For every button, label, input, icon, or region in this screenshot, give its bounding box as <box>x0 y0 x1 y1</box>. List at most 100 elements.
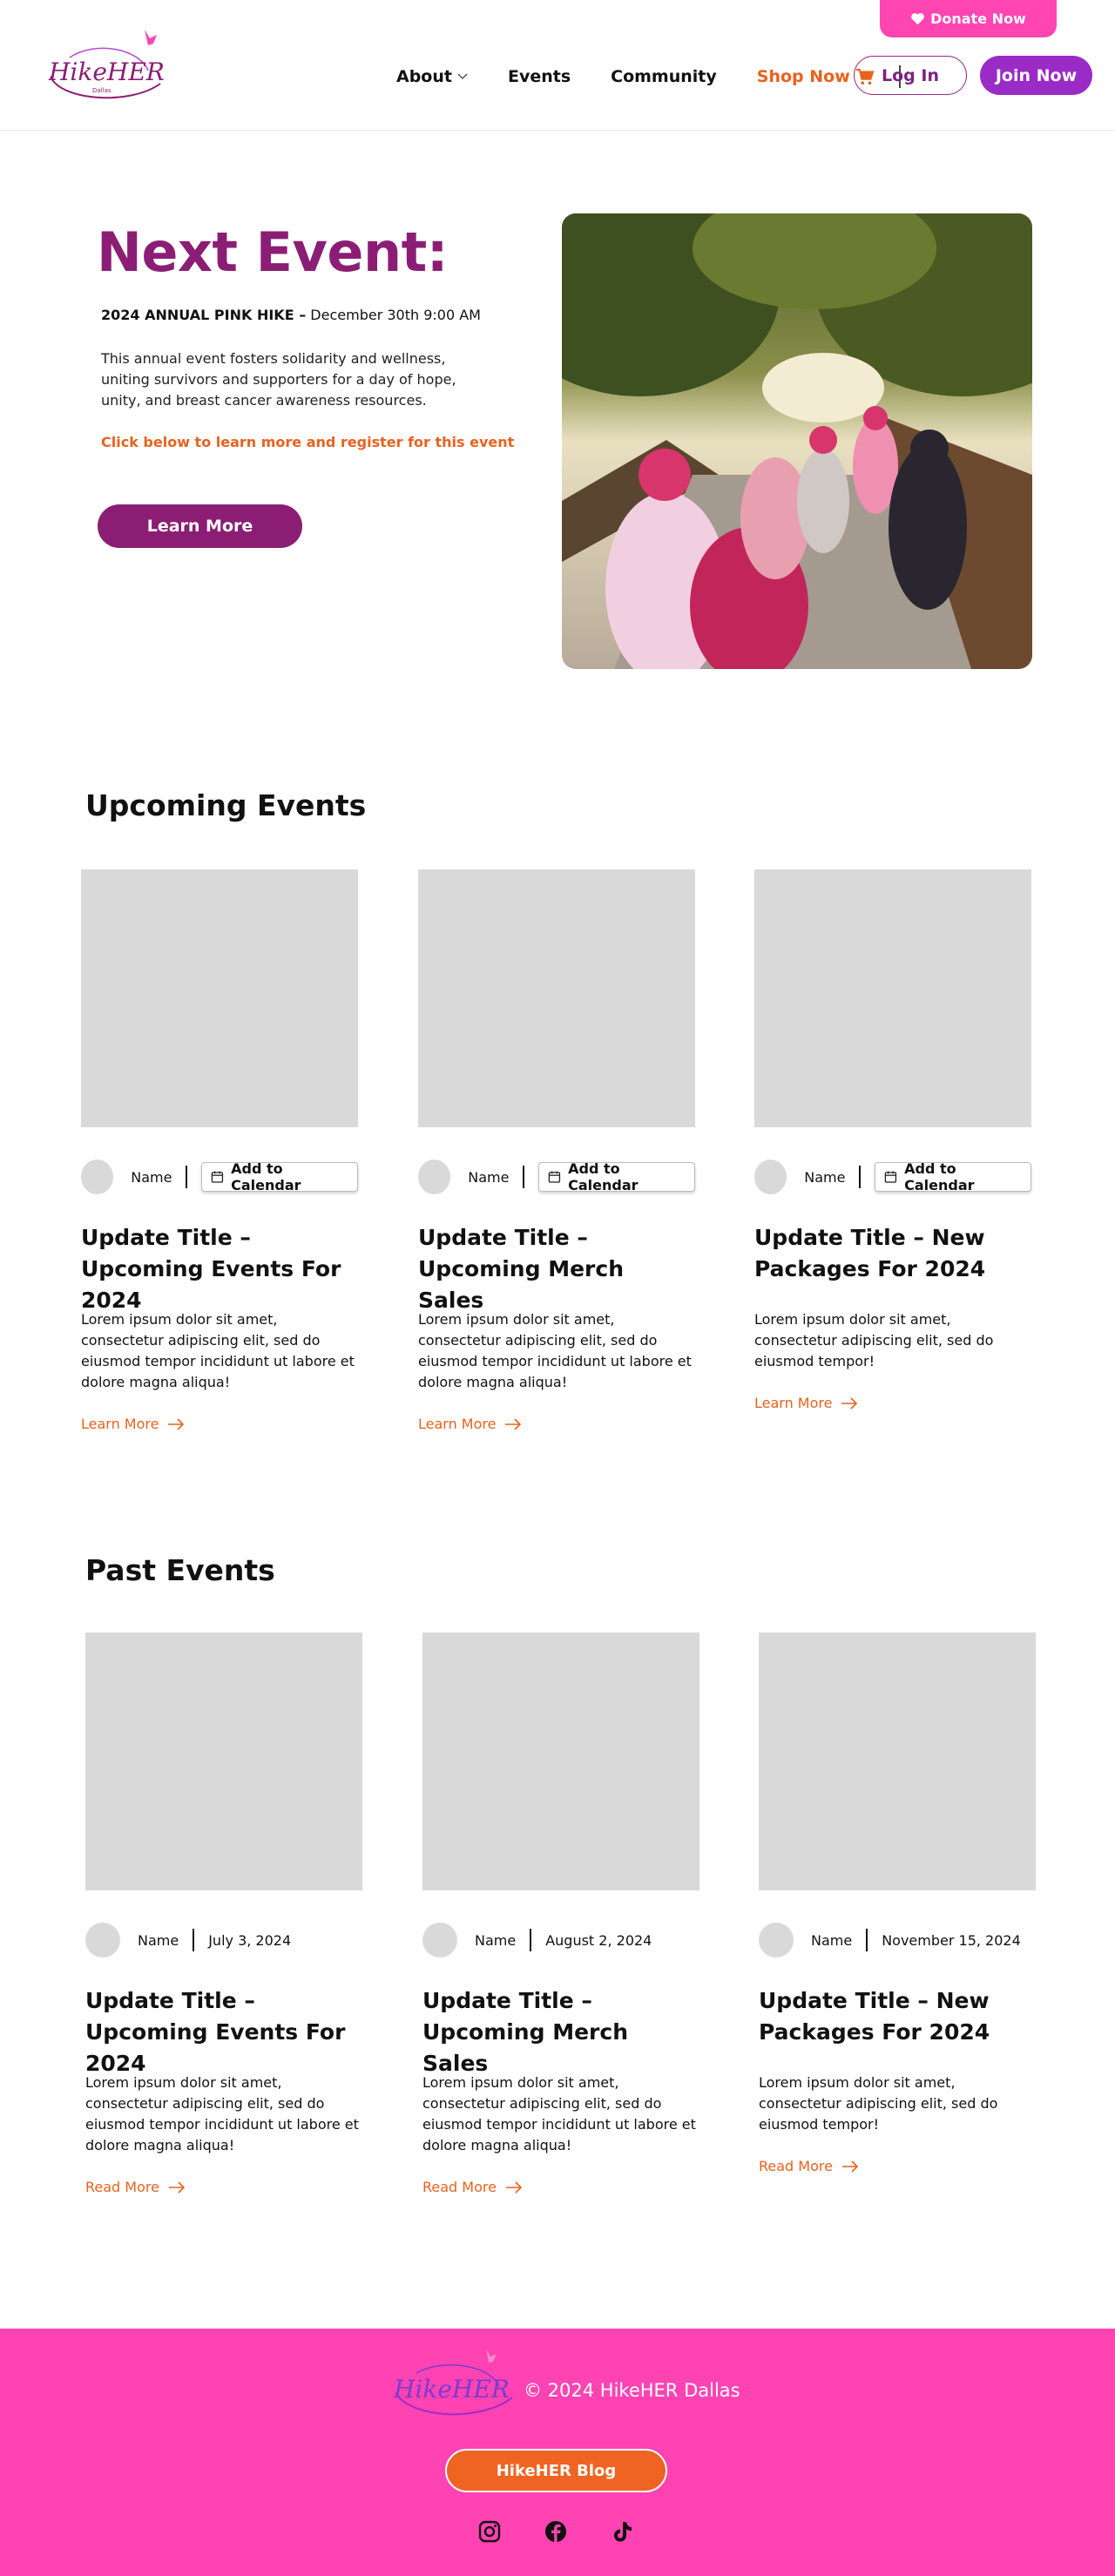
event-name: 2024 ANNUAL PINK HIKE – <box>101 307 307 323</box>
author-name: Name <box>811 1931 853 1949</box>
add-to-calendar-button[interactable]: Add to Calendar <box>538 1160 695 1193</box>
card-image-placeholder <box>754 869 1031 1127</box>
learn-more-label: Learn More <box>754 1395 833 1411</box>
avatar <box>418 1160 451 1194</box>
upcoming-event-card: Name Add to Calendar Update Title – Upco… <box>81 869 358 1444</box>
card-meta: Name Add to Calendar <box>81 1160 358 1194</box>
card-image-placeholder <box>81 869 358 1127</box>
add-to-calendar-button[interactable]: Add to Calendar <box>875 1160 1031 1193</box>
card-body: Lorem ipsum dolor sit amet, consectetur … <box>754 1311 994 1369</box>
nav-events[interactable]: Events <box>508 67 571 86</box>
card-image-placeholder <box>759 1633 1036 1890</box>
card-image-placeholder <box>85 1633 362 1890</box>
add-to-calendar-label: Add to Calendar <box>231 1160 301 1193</box>
join-button[interactable]: Join Now <box>980 56 1092 95</box>
arrow-right-icon <box>841 2160 859 2173</box>
site-header: HikeHER Dallas Donate Now About Events C… <box>0 0 1115 131</box>
learn-more-link[interactable]: Learn More <box>754 1395 858 1411</box>
card-body: Lorem ipsum dolor sit amet, consectetur … <box>759 2074 998 2133</box>
read-more-link[interactable]: Read More <box>759 2158 859 2174</box>
learn-more-link[interactable]: Learn More <box>81 1416 185 1432</box>
card-image-placeholder <box>418 869 695 1127</box>
read-more-label: Read More <box>85 2179 159 2195</box>
event-date: December 30th 9:00 AM <box>310 307 481 323</box>
event-date: November 15, 2024 <box>882 1931 1021 1949</box>
card-body: Lorem ipsum dolor sit amet, consectetur … <box>81 1311 355 1390</box>
upcoming-event-card: Name Add to Calendar Update Title – Upco… <box>418 869 695 1444</box>
past-event-card: Name November 15, 2024 Update Title – Ne… <box>759 1633 1036 2208</box>
past-event-card: Name August 2, 2024 Update Title – Upcom… <box>422 1633 699 2208</box>
calendar-icon <box>549 1171 561 1183</box>
event-heading: 2024 ANNUAL PINK HIKE – December 30th 9:… <box>101 307 481 323</box>
blog-button[interactable]: HikeHER Blog <box>445 2449 667 2492</box>
footer-logo[interactable]: HikeHER <box>390 2345 517 2424</box>
read-more-link[interactable]: Read More <box>85 2179 186 2195</box>
add-to-calendar-label: Add to Calendar <box>904 1160 975 1193</box>
card-title: Update Title – Upcoming Events For 2024 <box>85 1988 346 2076</box>
card-title: Update Title – Upcoming Merch Sales <box>422 1988 628 2076</box>
nav-about[interactable]: About <box>396 67 468 86</box>
author-name: Name <box>804 1168 846 1186</box>
footer-copyright: © 2024 HikeHER Dallas <box>524 2380 740 2401</box>
meta-divider <box>186 1166 188 1188</box>
hike-event-photo <box>562 213 1032 669</box>
donate-button[interactable]: Donate Now <box>880 0 1057 37</box>
tiktok-icon[interactable] <box>610 2519 634 2544</box>
learn-more-label: Learn More <box>81 1416 159 1432</box>
nav-community[interactable]: Community <box>611 67 717 86</box>
upcoming-event-card: Name Add to Calendar Update Title – New … <box>754 869 1031 1444</box>
arrow-right-icon <box>505 2180 523 2194</box>
card-body: Lorem ipsum dolor sit amet, consectetur … <box>422 2074 696 2153</box>
card-title: Update Title – New Packages For 2024 <box>759 1988 990 2045</box>
hero-title: Next Event: <box>97 220 449 284</box>
card-title: Update Title – New Packages For 2024 <box>754 1225 986 1281</box>
meta-divider <box>193 1929 195 1951</box>
arrow-right-icon <box>168 1417 185 1430</box>
nav-about-label: About <box>396 67 452 86</box>
event-date: July 3, 2024 <box>208 1931 292 1949</box>
card-meta: Name Add to Calendar <box>418 1160 695 1194</box>
card-body: Lorem ipsum dolor sit amet, consectetur … <box>418 1311 692 1390</box>
add-to-calendar-button[interactable]: Add to Calendar <box>201 1160 358 1193</box>
author-name: Name <box>138 1931 179 1949</box>
avatar <box>81 1160 114 1194</box>
read-more-label: Read More <box>422 2179 497 2195</box>
svg-text:HikeHER: HikeHER <box>48 57 165 86</box>
card-title: Update Title – Upcoming Merch Sales <box>418 1225 624 1313</box>
nav-shop-label: Shop Now <box>756 67 850 86</box>
meta-divider <box>530 1929 532 1951</box>
author-name: Name <box>131 1168 172 1186</box>
instagram-icon[interactable] <box>477 2519 502 2544</box>
calendar-icon <box>212 1171 224 1183</box>
meta-divider <box>866 1929 868 1951</box>
card-meta: Name Add to Calendar <box>754 1160 1031 1194</box>
event-date: August 2, 2024 <box>545 1931 652 1949</box>
card-meta: Name August 2, 2024 <box>422 1923 652 1957</box>
event-description: This annual event fosters solidarity and… <box>101 350 456 409</box>
arrow-right-icon <box>168 2180 186 2194</box>
arrow-right-icon <box>841 1396 858 1410</box>
learn-more-link[interactable]: Learn More <box>418 1416 522 1432</box>
author-name: Name <box>468 1168 510 1186</box>
calendar-icon <box>885 1171 897 1183</box>
meta-divider <box>859 1166 862 1188</box>
chevron-down-icon <box>457 73 468 80</box>
read-more-link[interactable]: Read More <box>422 2179 523 2195</box>
learn-more-button[interactable]: Learn More <box>98 504 302 548</box>
meta-divider <box>523 1166 525 1188</box>
main-nav: About Events Community Shop Now <box>396 65 925 88</box>
past-events-title: Past Events <box>85 1553 275 1587</box>
avatar <box>422 1923 457 1957</box>
hikeher-logo[interactable]: HikeHER Dallas <box>44 23 166 105</box>
avatar <box>754 1160 787 1194</box>
login-button[interactable]: Log In <box>854 56 967 95</box>
card-image-placeholder <box>422 1633 699 1890</box>
upcoming-events-title: Upcoming Events <box>85 788 367 822</box>
heart-icon <box>911 13 925 25</box>
arrow-right-icon <box>505 1417 522 1430</box>
read-more-label: Read More <box>759 2158 833 2174</box>
event-cta-text: Click below to learn more and register f… <box>101 434 515 450</box>
avatar <box>85 1923 120 1957</box>
avatar <box>759 1923 794 1957</box>
facebook-icon[interactable] <box>544 2519 568 2544</box>
